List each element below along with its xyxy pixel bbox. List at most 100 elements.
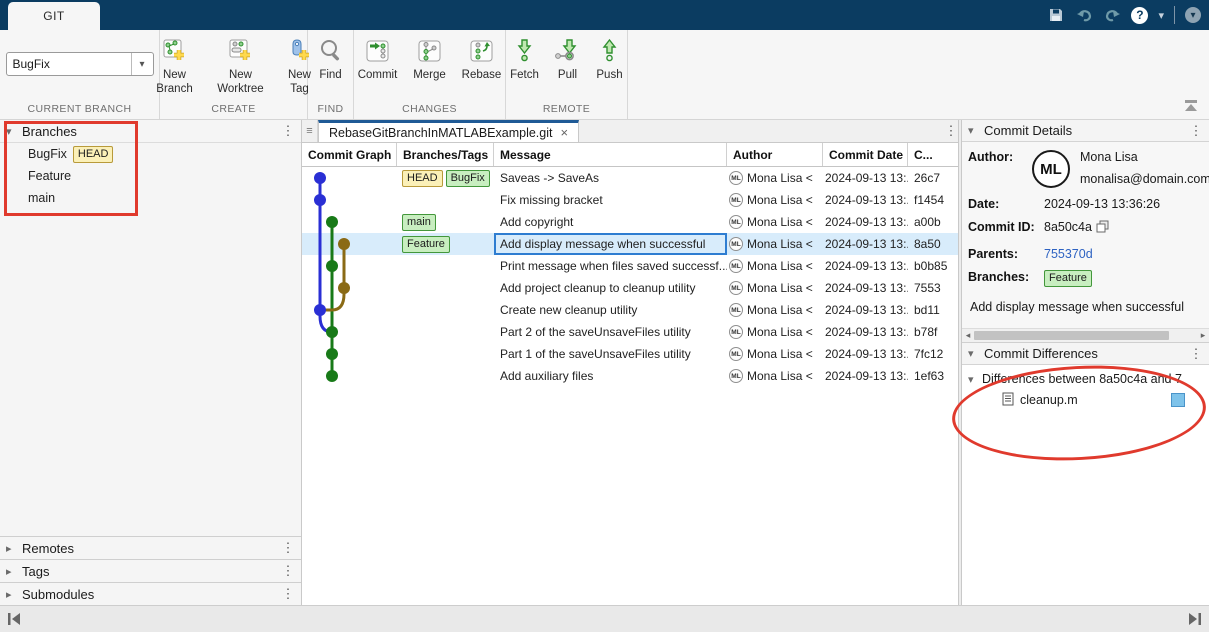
differences-group-row[interactable]: ▾ Differences between 8a50c4a and 7	[962, 369, 1209, 389]
scroll-left-icon[interactable]: ◂	[962, 330, 974, 341]
column-author[interactable]: Author	[727, 143, 823, 166]
column-commit-date[interactable]: Commit Date	[823, 143, 908, 166]
tags-title: Tags	[22, 563, 50, 579]
table-row[interactable]: Create new cleanup utility ML Mona Lisa <…	[302, 299, 958, 321]
repo-document-tab[interactable]: RebaseGitBranchInMATLABExample.git ×	[318, 120, 580, 142]
collapse-icon[interactable]: ▾	[968, 373, 982, 386]
expand-icon[interactable]: ▸	[6, 565, 22, 578]
tags-menu-icon[interactable]: ⋮	[281, 563, 295, 579]
diff-file-name: cleanup.m	[1020, 393, 1078, 407]
branches-tags-cell	[397, 321, 494, 343]
table-row[interactable]: Part 2 of the saveUnsaveFiles utility ML…	[302, 321, 958, 343]
table-row-selected[interactable]: Feature Add display message when success…	[302, 233, 958, 255]
commit-id-cell: b0b85	[914, 259, 948, 273]
branch-item-feature[interactable]: Feature	[0, 165, 301, 187]
column-commit-id[interactable]: C...	[908, 143, 958, 166]
message-cell: Create new cleanup utility	[500, 303, 638, 317]
redo-icon[interactable]	[1103, 6, 1121, 24]
session-caret-icon[interactable]: ▾	[1185, 7, 1201, 23]
fetch-button[interactable]: Fetch	[507, 36, 543, 82]
avatar: ML	[729, 193, 743, 207]
collapse-icon[interactable]: ▾	[6, 125, 22, 138]
commit-graph-cell	[302, 189, 397, 211]
commit-details-title: Commit Details	[984, 123, 1073, 138]
find-button[interactable]: Find	[309, 36, 353, 82]
branch-badge: Feature	[402, 235, 450, 253]
author-cell: ML Mona Lisa <	[727, 321, 823, 343]
branches-tags-cell	[397, 343, 494, 365]
bottom-bar	[0, 605, 1209, 632]
message-cell: Fix missing bracket	[500, 193, 603, 207]
expand-icon[interactable]: ▸	[6, 542, 22, 555]
current-branch-value: BugFix	[12, 57, 50, 71]
collapse-icon[interactable]: ▾	[968, 124, 984, 137]
remotes-menu-icon[interactable]: ⋮	[281, 540, 295, 556]
collapse-left-panel-icon[interactable]	[7, 612, 21, 631]
head-badge: HEAD	[72, 145, 114, 163]
new-branch-button[interactable]: New Branch	[146, 36, 204, 97]
details-horizontal-scrollbar[interactable]: ◂ ▸	[962, 328, 1209, 343]
current-branch-combobox[interactable]: BugFix ▾	[5, 52, 154, 76]
branches-menu-icon[interactable]: ⋮	[281, 123, 295, 139]
author-cell: ML Mona Lisa <	[727, 299, 823, 321]
document-bar-icon[interactable]: ≡	[302, 120, 318, 142]
commit-rows: HEAD BugFix Saveas -> SaveAs ML Mona Lisa…	[302, 167, 958, 387]
commit-details-menu-icon[interactable]: ⋮	[1189, 123, 1203, 139]
new-worktree-button[interactable]: New Worktree	[212, 36, 270, 97]
table-row[interactable]: main Add copyright ML Mona Lisa < 2024-09…	[302, 211, 958, 233]
undo-icon[interactable]	[1075, 6, 1093, 24]
branch-item-bugfix[interactable]: BugFix HEAD	[0, 143, 301, 165]
table-row[interactable]: Add project cleanup to cleanup utility M…	[302, 277, 958, 299]
copy-icon[interactable]	[1096, 220, 1109, 238]
find-icon	[316, 36, 346, 66]
column-commit-graph[interactable]: Commit Graph	[302, 143, 397, 166]
branches-tags-cell: Feature	[397, 233, 494, 255]
table-row[interactable]: HEAD BugFix Saveas -> SaveAs ML Mona Lisa…	[302, 167, 958, 189]
expand-icon[interactable]: ▸	[6, 588, 22, 601]
rebase-button[interactable]: Rebase	[460, 36, 504, 82]
help-caret-icon[interactable]: ▾	[1158, 9, 1164, 22]
collapse-right-panel-icon[interactable]	[1188, 612, 1202, 631]
tags-section-header[interactable]: ▸ Tags ⋮	[0, 559, 301, 582]
branches-section-header[interactable]: ▾ Branches ⋮	[0, 120, 301, 143]
save-icon[interactable]	[1047, 6, 1065, 24]
commit-differences-header[interactable]: ▾ Commit Differences ⋮	[962, 343, 1209, 365]
remotes-section-header[interactable]: ▸ Remotes ⋮	[0, 536, 301, 559]
message-cell: Add auxiliary files	[500, 369, 594, 383]
collapse-icon[interactable]: ▾	[968, 347, 984, 360]
rebase-icon	[467, 36, 497, 66]
diff-file-row[interactable]: cleanup.m	[962, 389, 1209, 411]
toolstrip-filler	[628, 30, 1209, 119]
column-message[interactable]: Message	[494, 143, 727, 166]
parent-commit-link[interactable]: 755370d	[1044, 247, 1093, 261]
document-menu-icon[interactable]: ⋮	[944, 123, 958, 139]
commit-details-header[interactable]: ▾ Commit Details ⋮	[962, 120, 1209, 142]
commit-history-panel: ≡ RebaseGitBranchInMATLABExample.git × ⋮…	[302, 120, 958, 605]
push-button[interactable]: Push	[593, 36, 627, 82]
submodules-menu-icon[interactable]: ⋮	[281, 586, 295, 602]
branch-name: Feature	[28, 169, 72, 183]
merge-button[interactable]: Merge	[408, 36, 452, 82]
fetch-icon	[510, 36, 540, 66]
pull-button[interactable]: Pull	[551, 36, 585, 82]
branches-tags-cell: HEAD BugFix	[397, 167, 494, 189]
avatar: ML	[729, 281, 743, 295]
column-branches-tags[interactable]: Branches/Tags	[397, 143, 494, 166]
commit-details-body: Author: ML Mona Lisa monalisa@domain.com…	[962, 142, 1209, 328]
branch-item-main[interactable]: main	[0, 187, 301, 209]
collapse-toolstrip-icon[interactable]	[1183, 99, 1199, 113]
scroll-right-icon[interactable]: ▸	[1197, 330, 1209, 341]
pull-icon	[553, 36, 583, 66]
submodules-section-header[interactable]: ▸ Submodules ⋮	[0, 582, 301, 605]
close-icon[interactable]: ×	[560, 125, 568, 140]
commit-differences-menu-icon[interactable]: ⋮	[1189, 346, 1203, 362]
table-row[interactable]: Part 1 of the saveUnsaveFiles utility ML…	[302, 343, 958, 365]
table-row[interactable]: Print message when files saved successf.…	[302, 255, 958, 277]
table-row[interactable]: Add auxiliary files ML Mona Lisa < 2024-0…	[302, 365, 958, 387]
tab-git[interactable]: GIT	[8, 2, 100, 30]
table-row[interactable]: Fix missing bracket ML Mona Lisa < 2024-0…	[302, 189, 958, 211]
commit-button[interactable]: Commit	[356, 36, 400, 82]
help-icon[interactable]: ?	[1131, 6, 1149, 24]
scrollbar-thumb[interactable]	[974, 331, 1169, 340]
avatar: ML	[729, 259, 743, 273]
